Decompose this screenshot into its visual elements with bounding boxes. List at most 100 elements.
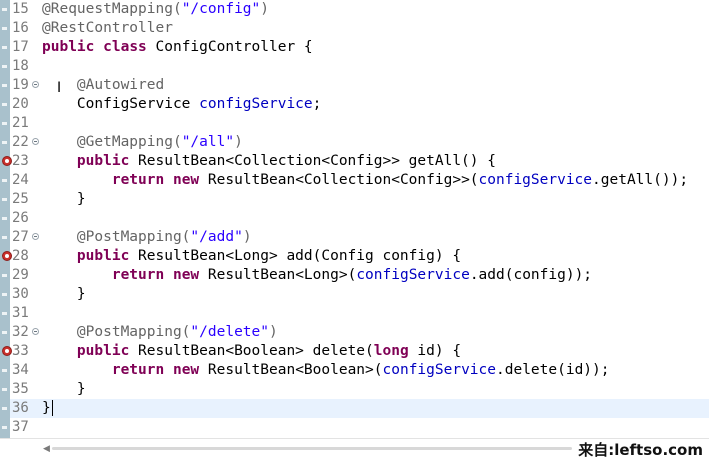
- code-line[interactable]: 21: [10, 114, 709, 133]
- code-text: @PostMapping("/add"): [42, 228, 252, 247]
- scroll-left-arrow-icon[interactable]: ◀: [43, 444, 50, 454]
- line-number: 21: [12, 115, 29, 131]
- line-number: 25: [12, 191, 29, 207]
- code-line[interactable]: 19 @Autowired: [10, 76, 709, 95]
- line-number: 16: [12, 20, 29, 36]
- code-token: id) {: [408, 343, 462, 359]
- override-marker-icon[interactable]: [2, 251, 12, 261]
- code-line[interactable]: 23 public ResultBean<Collection<Config>>…: [2, 152, 709, 171]
- code-line[interactable]: 27 @PostMapping("/add"): [10, 228, 709, 247]
- line-number: 27: [12, 229, 29, 245]
- watermark: 来自:leftso.com: [578, 441, 703, 459]
- code-line[interactable]: 29 return new ResultBean<Long>(configSer…: [10, 266, 709, 285]
- code-token: }: [42, 381, 86, 397]
- ruler-blip: [2, 312, 7, 315]
- line-number: 18: [12, 58, 29, 74]
- ruler-blip: [2, 65, 7, 68]
- code-token: public: [76, 248, 130, 264]
- ruler-blip: [2, 198, 7, 201]
- line-number: 37: [12, 419, 29, 435]
- code-token: ;: [312, 96, 322, 112]
- fold-collapse-icon[interactable]: [32, 81, 39, 88]
- code-text: public ResultBean<Long> add(Config confi…: [42, 247, 461, 266]
- code-text: @RequestMapping("/config"): [42, 0, 269, 19]
- line-number: 34: [12, 362, 29, 378]
- code-token: "/config": [181, 1, 261, 17]
- code-token: }: [42, 191, 86, 207]
- code-text: }: [42, 190, 86, 209]
- override-marker-icon[interactable]: [2, 156, 12, 166]
- code-token: new: [172, 362, 200, 378]
- code-text: return new ResultBean<Long>(configServic…: [42, 266, 592, 285]
- code-editor[interactable]: 15 @RequestMapping("/config") 16 @RestContr…: [0, 0, 709, 438]
- code-token: ResultBean<Long>(: [199, 267, 357, 283]
- code-line[interactable]: 28 public ResultBean<Long> add(Config co…: [2, 247, 709, 266]
- fold-collapse-icon[interactable]: [32, 328, 39, 335]
- ruler-blip: [2, 141, 7, 144]
- code-line[interactable]: 37: [10, 418, 709, 437]
- code-line[interactable]: 20 ConfigService configService;: [10, 95, 709, 114]
- code-token: ResultBean<Collection<Config>>(: [199, 172, 479, 188]
- ruler-blip: [2, 293, 7, 296]
- code-line[interactable]: 31: [10, 304, 709, 323]
- code-line[interactable]: 25 }: [10, 190, 709, 209]
- code-token: }: [42, 286, 86, 302]
- code-token: public: [42, 39, 95, 55]
- code-line[interactable]: 34 return new ResultBean<Boolean>(config…: [10, 361, 709, 380]
- code-line[interactable]: 15 @RequestMapping("/config"): [10, 0, 709, 19]
- scrollbar-thumb[interactable]: [52, 447, 572, 450]
- code-line[interactable]: 18: [10, 57, 709, 76]
- code-line[interactable]: 22 @GetMapping("/all"): [10, 133, 709, 152]
- code-token: ): [260, 1, 269, 17]
- line-number: 36: [12, 400, 29, 416]
- ruler-blip: [2, 407, 7, 410]
- ruler-blip: [2, 426, 7, 429]
- code-text: @GetMapping("/all"): [42, 133, 243, 152]
- code-line[interactable]: 26: [10, 209, 709, 228]
- code-text: return new ResultBean<Boolean>(configSer…: [42, 361, 610, 380]
- code-line[interactable]: 35 }: [10, 380, 709, 399]
- code-text: }: [42, 399, 53, 418]
- line-number: 28: [12, 248, 29, 264]
- fold-collapse-icon[interactable]: [32, 138, 39, 145]
- code-token: return: [111, 267, 165, 283]
- ruler-blip: [2, 84, 7, 87]
- fold-collapse-icon[interactable]: [32, 233, 39, 240]
- code-token: new: [172, 172, 200, 188]
- ruler-blip: [2, 236, 7, 239]
- line-number: 19: [12, 77, 29, 93]
- code-token: configService: [356, 267, 470, 283]
- code-token: "/all": [181, 134, 235, 150]
- code-text: return new ResultBean<Collection<Config>…: [42, 171, 688, 190]
- code-line[interactable]: 24 return new ResultBean<Collection<Conf…: [10, 171, 709, 190]
- code-token: "/delete": [190, 324, 269, 340]
- code-token: ): [269, 324, 278, 340]
- ruler-blip: [2, 46, 7, 49]
- code-line[interactable]: 36}: [10, 399, 709, 418]
- code-line[interactable]: 17 public class ConfigController {: [10, 38, 709, 57]
- override-marker-icon[interactable]: [2, 346, 12, 356]
- code-text: }: [42, 380, 86, 399]
- code-token: return: [111, 362, 165, 378]
- code-token: configService: [382, 362, 497, 378]
- code-line[interactable]: 16 @RestController: [10, 19, 709, 38]
- code-line[interactable]: 32 @PostMapping("/delete"): [10, 323, 709, 342]
- line-number: 32: [12, 324, 29, 340]
- line-number: 20: [12, 96, 29, 112]
- code-token: @RequestMapping(: [42, 1, 182, 17]
- code-token: public: [76, 343, 130, 359]
- code-token: ResultBean<Boolean> delete(: [129, 343, 374, 359]
- code-line[interactable]: 33 public ResultBean<Boolean> delete(lon…: [2, 342, 709, 361]
- code-line[interactable]: 30 }: [10, 285, 709, 304]
- ruler-blip: [2, 103, 7, 106]
- code-token: long: [373, 343, 409, 359]
- ruler-blip: [2, 179, 7, 182]
- line-number: 24: [12, 172, 29, 188]
